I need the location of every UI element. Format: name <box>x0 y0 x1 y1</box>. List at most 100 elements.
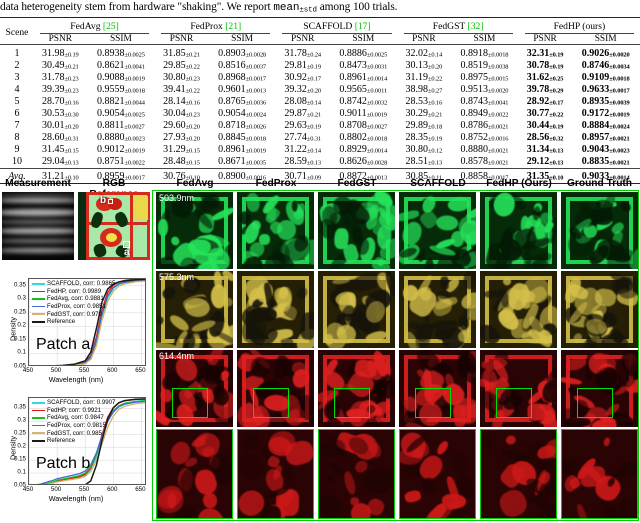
table-cell-value: 0.8752±0.0016 <box>460 132 509 144</box>
table-cell-value: 0.8743±0.0041 <box>460 95 509 107</box>
table-cell-value: 28.70±0.16 <box>41 95 79 107</box>
legend-swatch <box>32 320 45 323</box>
table-cell-value: 0.8578±0.0021 <box>460 156 509 168</box>
plot-b-title: Patch b <box>36 455 91 472</box>
legend-swatch <box>32 424 45 427</box>
table-group-header-scaffold: SCAFFOLD [17] <box>276 20 397 34</box>
table-cell-value: 29.87±0.21 <box>284 108 322 120</box>
recon-panel-r3-c3 <box>318 350 395 427</box>
legend-entry: FedAvg, corr: 0.9847 <box>32 414 115 422</box>
legend-entry: FedHP, corr: 0.9989 <box>32 288 115 296</box>
table-cell-value: 29.12±0.13 <box>526 156 564 168</box>
table-cell-value: 0.9026±0.0020 <box>581 47 630 59</box>
recon-panel-r3-c2 <box>237 350 314 427</box>
recon-panel-r3-c1: 614.4nm <box>156 350 233 427</box>
legend-label: Reference <box>47 318 76 326</box>
table-cell-value: 30.04±0.23 <box>163 108 200 120</box>
y-axis-tick: 0.1 <box>17 468 26 476</box>
table-cell-scene: 3 <box>14 71 20 83</box>
caption-text: data heterogeneity stem from hardware "s… <box>0 0 640 17</box>
x-axis-tick: 500 <box>50 367 62 374</box>
table-cell-value: 0.9109±0.0018 <box>581 71 630 83</box>
x-axis-tick: 450 <box>22 367 34 374</box>
legend-entry: FedGST, corr: 0.985 <box>32 429 115 437</box>
figure-column-label-fedhp-ours: FedHP (Ours) <box>486 178 552 189</box>
measurement-image <box>2 192 74 260</box>
recon-zoom-panel-c3 <box>318 429 395 519</box>
table-cell-value: 31.98±0.19 <box>41 47 79 59</box>
table-cell-value: 0.8621±0.0041 <box>96 59 145 71</box>
legend-swatch <box>32 402 45 404</box>
table-row: 5 28.70±0.16 0.8821±0.0044 28.14±0.16 0.8765… <box>0 95 640 107</box>
table-cell-value: 31.19±0.22 <box>405 71 443 83</box>
plot-b-xlabel: Wavelength (nm) <box>48 494 104 503</box>
legend-swatch <box>32 439 45 442</box>
table-cell-value: 30.13±0.20 <box>405 59 443 71</box>
y-axis-tick: 0.25 <box>13 308 26 316</box>
table-cell-value: 0.8935±0.0039 <box>581 95 630 107</box>
table-cell-value: 0.9565±0.0011 <box>339 83 388 95</box>
table-cell-value: 0.8903±0.0028 <box>218 47 267 59</box>
table-cell-value: 29.04±0.13 <box>41 156 79 168</box>
table-cell-value: 39.32±0.20 <box>284 83 322 95</box>
legend-swatch <box>32 432 45 434</box>
table-cell-value: 0.9012±0.0019 <box>96 144 145 156</box>
table-cell-value: 29.60±0.20 <box>163 120 200 132</box>
table-cell-scene: 2 <box>14 59 20 71</box>
table-cell-value: 30.44±0.19 <box>526 120 564 132</box>
recon-panel-r2-c2 <box>237 271 314 348</box>
table-cell-value: 0.8626±0.0028 <box>339 156 388 168</box>
table-cell-value: 28.35±0.19 <box>405 132 443 144</box>
patch-marker-b <box>108 199 113 204</box>
table-cell-value: 0.8821±0.0044 <box>96 95 145 107</box>
y-axis-tick: 0.2 <box>17 321 26 329</box>
table-cell-value: 29.85±0.22 <box>163 59 200 71</box>
table-row: 6 30.53±0.30 0.9054±0.0025 30.04±0.23 0.9054… <box>0 107 640 119</box>
recon-zoom-panel-c5 <box>480 429 557 519</box>
table-cell-value: 0.9633±0.0017 <box>581 83 630 95</box>
caption-subscript: ±std <box>299 6 317 15</box>
table-cell-value: 0.8718±0.0026 <box>218 120 267 132</box>
table-cell-value: 0.8751±0.0022 <box>96 156 145 168</box>
table-cell-value: 0.8880±0.0023 <box>96 132 145 144</box>
legend-label: FedGST, corr: 0.979 <box>47 310 102 318</box>
table-cell-value: 0.8968±0.0017 <box>218 71 267 83</box>
table-cell-value: 32.02±0.14 <box>405 47 443 59</box>
legend-label: FedProx, corr: 0.9815 <box>47 422 106 430</box>
table-cell-value: 29.81±0.19 <box>284 59 322 71</box>
table-cell-value: 0.9559±0.0018 <box>96 83 145 95</box>
table-subheader-psnr: PSNR <box>412 34 436 44</box>
recon-panel-r1-c3 <box>318 192 395 269</box>
caption-post: among 100 trials. <box>316 1 398 13</box>
recon-panel-r2-c4 <box>399 271 476 348</box>
plot-b-legend: SCAFFOLD, corr: 0.9907 FedHP, corr: 0.992… <box>32 399 115 445</box>
table-cell-value: 30.78±0.19 <box>526 59 564 71</box>
table-cell-value: 31.22±0.14 <box>284 144 322 156</box>
table-cell-value: 0.8473±0.0031 <box>339 59 388 71</box>
table-cell-value: 0.8516±0.0037 <box>218 59 267 71</box>
table-cell-value: 0.8929±0.0014 <box>339 144 388 156</box>
table-cell-value: 0.9172±0.0019 <box>581 108 630 120</box>
legend-swatch <box>32 417 45 419</box>
table-cell-value: 39.41±0.22 <box>163 83 200 95</box>
table-subheader-ssim: SSIM <box>231 34 254 44</box>
citation-ref: [32] <box>465 21 484 32</box>
table-subheader-ssim: SSIM <box>473 34 496 44</box>
table-cell-value: 28.48±0.15 <box>163 156 200 168</box>
legend-swatch <box>32 409 45 412</box>
table-cell-value: 39.78±0.29 <box>526 83 564 95</box>
legend-entry: FedHP, corr: 0.9921 <box>32 407 115 415</box>
table-cell-value: 29.63±0.19 <box>284 120 322 132</box>
table-cell-value: 31.78±0.24 <box>284 47 322 59</box>
recon-panel-r2-c1: 575.3nm <box>156 271 233 348</box>
legend-label: FedGST, corr: 0.985 <box>47 429 102 437</box>
table-group-header-fedprox: FedProx [21] <box>155 20 276 34</box>
zoom-region-box <box>172 388 208 418</box>
citation-ref: [21] <box>222 21 242 32</box>
legend-label: SCAFFOLD, corr: 0.9865 <box>47 280 116 288</box>
table-cell-value: 0.8918±0.0018 <box>460 47 509 59</box>
table-cell-value: 0.8975±0.0015 <box>460 71 509 83</box>
table-cell-scene: 10 <box>12 156 22 168</box>
legend-entry: SCAFFOLD, corr: 0.9865 <box>32 280 115 288</box>
table-cell-value: 29.89±0.18 <box>405 120 443 132</box>
